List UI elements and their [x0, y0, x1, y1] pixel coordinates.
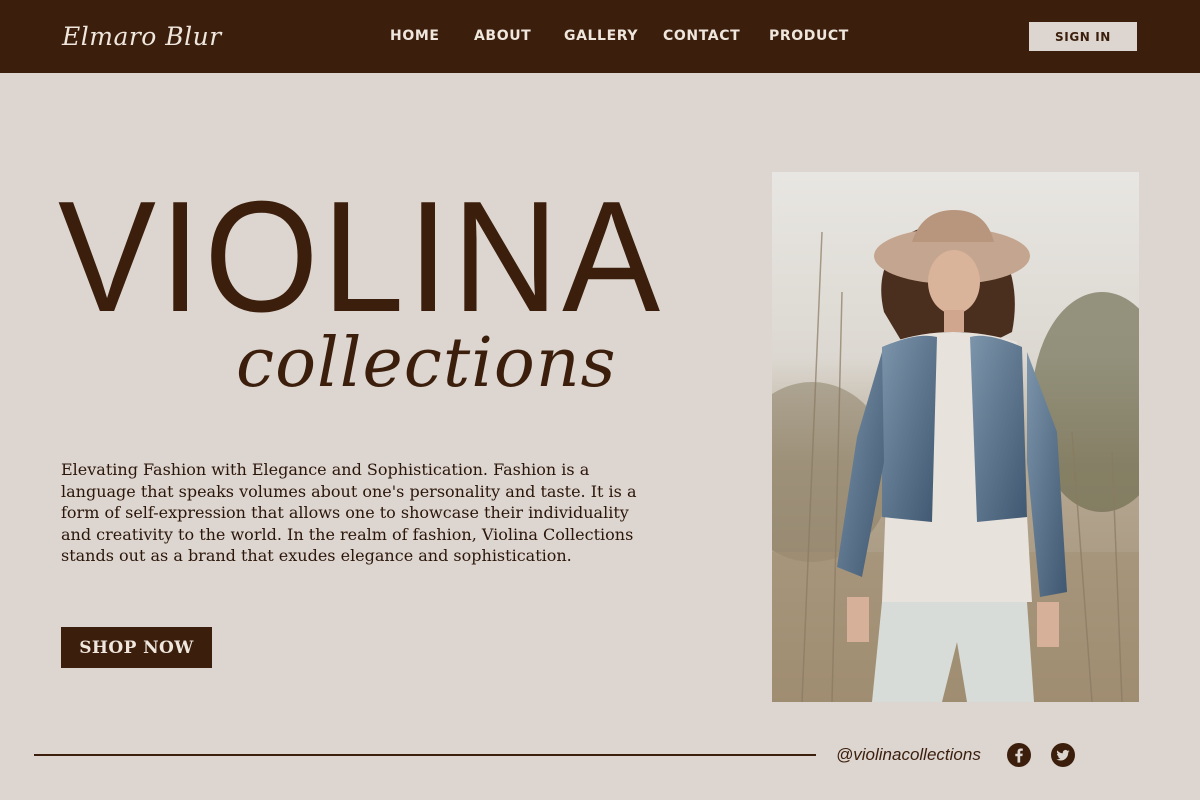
nav-link-product[interactable]: PRODUCT	[769, 28, 849, 44]
twitter-icon[interactable]	[1051, 743, 1075, 767]
hero-title: VIOLINA	[58, 169, 664, 345]
shop-now-button[interactable]: SHOP NOW	[61, 627, 212, 668]
hero-photo	[772, 172, 1139, 702]
nav-link-contact[interactable]: CONTACT	[663, 28, 740, 44]
social-handle[interactable]: @violinacollections	[836, 745, 981, 765]
hero-subtitle: collections	[236, 324, 617, 403]
nav-link-gallery[interactable]: GALLERY	[564, 28, 638, 44]
nav-link-home[interactable]: HOME	[390, 28, 440, 44]
model-photo-illustration	[772, 172, 1139, 702]
footer-divider	[34, 754, 816, 756]
facebook-icon[interactable]	[1007, 743, 1031, 767]
sign-in-button[interactable]: SIGN IN	[1029, 22, 1137, 51]
hero-description: Elevating Fashion with Elegance and Soph…	[61, 460, 637, 565]
main-nav: HOME ABOUT GALLERY CONTACT PRODUCT	[0, 28, 1200, 48]
top-navbar: Elmaro Blur HOME ABOUT GALLERY CONTACT P…	[0, 0, 1200, 73]
nav-link-about[interactable]: ABOUT	[474, 28, 531, 44]
